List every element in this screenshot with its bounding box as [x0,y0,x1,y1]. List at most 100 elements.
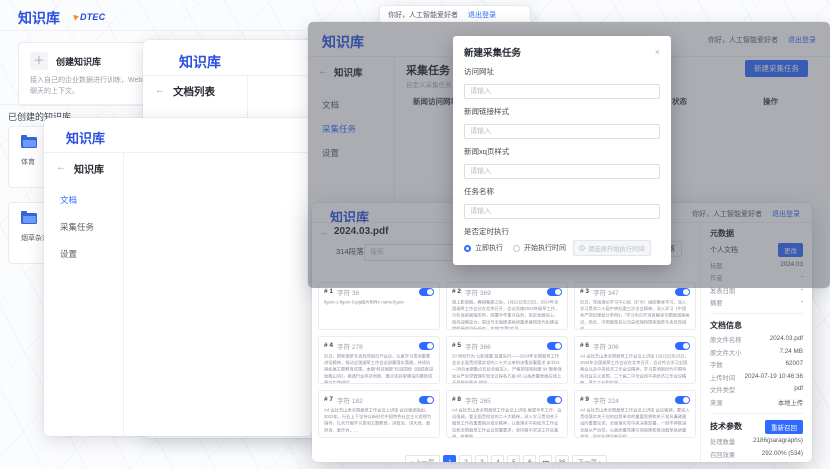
segment-text: figure-1-figure-0.jpg图片附件c name:figure [324,299,434,306]
close-icon[interactable]: × [655,47,660,57]
segment-toggle[interactable] [419,342,434,350]
segment-index: # 4 [324,342,333,349]
segment-index: # 6 [580,342,589,349]
segment-chars: 字符 369 [465,287,547,297]
segment-chars: 字符 182 [337,395,419,405]
segment-chars: 字符 278 [337,341,419,351]
segment-card[interactable]: # 8 字符 265 A4 会社志山发全国烟草工作会议上讲话 展望今年工作，会议强调… [446,390,568,438]
segment-chars: 字符 224 [593,395,675,405]
radio-run-now-label[interactable]: 立即执行 [475,243,503,253]
segment-text: 施上影视图。春耕备耕之际，1月22日至23日，2024年全国烟草工作会议在北京召… [452,299,562,330]
info-row: 原文件大小7.24 MB [710,348,803,357]
segment-index: # 1 [324,288,333,295]
field-label-link-style: 新闻链接样式 [464,106,660,117]
dtec-logo: DTEC [74,12,105,22]
segment-chars: 字符 36 [337,287,419,297]
segment-index: # 8 [452,396,461,403]
segment-toggle[interactable] [675,396,690,404]
window-title: 知识库 [179,52,221,72]
field-input-detail-style[interactable] [464,164,660,179]
segment-chars: 字符 366 [465,341,547,351]
field-label-detail-style: 新闻xq页样式 [464,146,660,157]
sidebar-item-docs[interactable]: 文档 [60,194,77,206]
pagination-page-36[interactable]: 36 [555,455,568,462]
back-arrow-icon[interactable]: ← [155,85,165,96]
pagination-prev[interactable]: ‹ 上一页 [405,455,440,462]
field-input-task-name[interactable] [464,204,660,219]
radio-run-now[interactable] [464,245,471,252]
segment-toggle[interactable] [547,342,562,350]
greeting-text: 你好，人工智能爱好者 [388,12,458,19]
pagination-page-5[interactable]: 5 [507,455,520,462]
segment-index: # 3 [580,288,589,295]
segment-card[interactable]: # 7 字符 182 A4 会社志山发全国烟草工作会议上讲话 会议强调指出，2023… [318,390,440,438]
radio-run-timed-label[interactable]: 开始执行时间 [524,243,566,253]
pagination-page-1[interactable]: 1 [443,455,456,462]
dtec-arrow-icon [73,13,80,20]
tech-row: 处理数量2186(paragraphs) [710,437,803,446]
recall-button[interactable]: 重新召回 [765,420,803,434]
segment-card[interactable]: # 4 字符 278 近日，国家烟草专卖局党组召开会议，认真学习贯彻重要讲话精神，推… [318,336,440,384]
datetime-placeholder: 请选择开始执行时间 [588,244,645,253]
window-title: 知识库 [66,128,105,147]
info-row: 来源本地上传 [710,398,803,407]
sidebar-item-tasks[interactable]: 采集任务 [60,221,94,233]
pagination-page-2[interactable]: 2 [459,455,472,462]
sidebar-divider [123,153,124,436]
field-input-link-style[interactable] [464,124,660,139]
radio-run-timed[interactable] [513,245,520,252]
pagination-page-6[interactable]: 6 [523,455,536,462]
segment-card[interactable]: # 1 字符 36 figure-1-figure-0.jpg图片附件c name:… [318,282,440,330]
segment-toggle[interactable] [675,342,690,350]
logout-link[interactable]: 退出登录 [468,12,496,19]
segment-index: # 7 [324,396,333,403]
schedule-label: 是否定时执行 [464,226,660,237]
segment-card[interactable]: # 9 字符 224 A4 会社志山发全国烟草工作会议上讲话 会议强调，要深入贯彻落… [574,390,696,438]
field-input-url[interactable] [464,84,660,99]
segment-index: # 9 [580,396,589,403]
segment-toggle[interactable] [547,288,562,296]
tech-row: 召回效果292.00% (534) [710,450,803,459]
modal-title: 新建采集任务 [464,45,521,59]
kb-back-label[interactable]: 知识库 [74,161,104,176]
field-label-url: 访问网址 [464,66,660,77]
pagination-ellipsis[interactable]: ••• [539,455,552,462]
segment-index: # 5 [452,342,461,349]
pagination-next[interactable]: 下一页 › [572,455,607,462]
segment-toggle[interactable] [419,288,434,296]
field-label-task-name: 任务名称 [464,186,660,197]
window-tasks: 知识库 你好，人工智能爱好者 退出登录 ← 知识库 文档 采集任务 设置 采集任… [308,22,830,288]
doc-list-back-label[interactable]: 文档列表 [173,84,215,99]
info-row: 上传时间2024-07-19 10:46:36 [710,373,803,382]
segment-card[interactable]: # 2字符 369施上影视图。春耕备耕之际，1月22日至23日，2024年全国烟… [446,282,568,330]
new-task-modal: 新建采集任务 × 访问网址 新闻链接样式 新闻xq页样式 任务名称 是否定时执行… [453,36,671,265]
segment-chars: 字符 265 [465,395,547,405]
info-row: 原文件名称2024.03.pdf [710,335,803,344]
segment-toggle[interactable] [419,396,434,404]
segment-text: A4 会社志山发全国烟草工作会议上讲话 会议强调，要深入贯彻落实关于党的自我革命… [580,407,690,438]
pagination-page-4[interactable]: 4 [491,455,504,462]
pagination-page-3[interactable]: 3 [475,455,488,462]
segment-card[interactable]: # 6字符 306A4 会社志山发全国烟草工作会议上讲话 1月22日至23日，2… [574,336,696,384]
create-kb-title: 创建知识库 [56,55,101,68]
tech-title: 技术参数 [710,421,742,432]
datetime-picker[interactable]: 请选择开始执行时间 [573,240,651,256]
segment-text: A4 会社志山发全国烟草工作会议上讲话 1月22日至23日，2024年全国烟草工… [580,353,690,384]
segment-text: 近日，党组理论学习中心组（扩大）组织集体学习，深入学习贯彻二十届中央纪委三次全会… [580,299,690,330]
sidebar-item-settings[interactable]: 设置 [60,248,77,260]
segment-card[interactable]: # 3 字符 347 近日，党组理论学习中心组（扩大）组织集体学习，深入学习贯彻二十… [574,282,696,330]
segment-toggle[interactable] [547,396,562,404]
segment-text: A4 会社志山发全国烟草工作会议上讲话 会议强调指出，2023年，行业上下坚持以… [324,407,434,433]
segment-toggle[interactable] [675,288,690,296]
info-title: 文档信息 [710,320,803,331]
segment-text: A4 会社志山发全国烟草工作会议上讲话 展望今年工作，会议强调，要全面贯彻党的二… [452,407,562,438]
back-arrow-icon[interactable]: ← [56,162,66,173]
segment-text: 近日，国家烟草专卖局党组召开会议，认真学习贯彻重要讲话精神，推动全国烟草工作会议… [324,353,434,384]
panel-divider [710,313,803,314]
segment-card[interactable]: # 5 字符 366 20 世纪行为 公职改量 监督先行——2024年全国烟草工作会… [446,336,568,384]
segment-text: 20 世纪行为 公职改量 监督先行——2024年全国烟草工作会议全面贯彻落实党的… [452,353,562,384]
segment-chars: 字符 347 [593,287,675,297]
segment-grid: # 1 字符 36 figure-1-figure-0.jpg图片附件c name:… [318,282,696,438]
window-kb-nav: 知识库 ← 知识库 文档 采集任务 设置 [44,118,312,436]
folder-icon [21,213,37,224]
